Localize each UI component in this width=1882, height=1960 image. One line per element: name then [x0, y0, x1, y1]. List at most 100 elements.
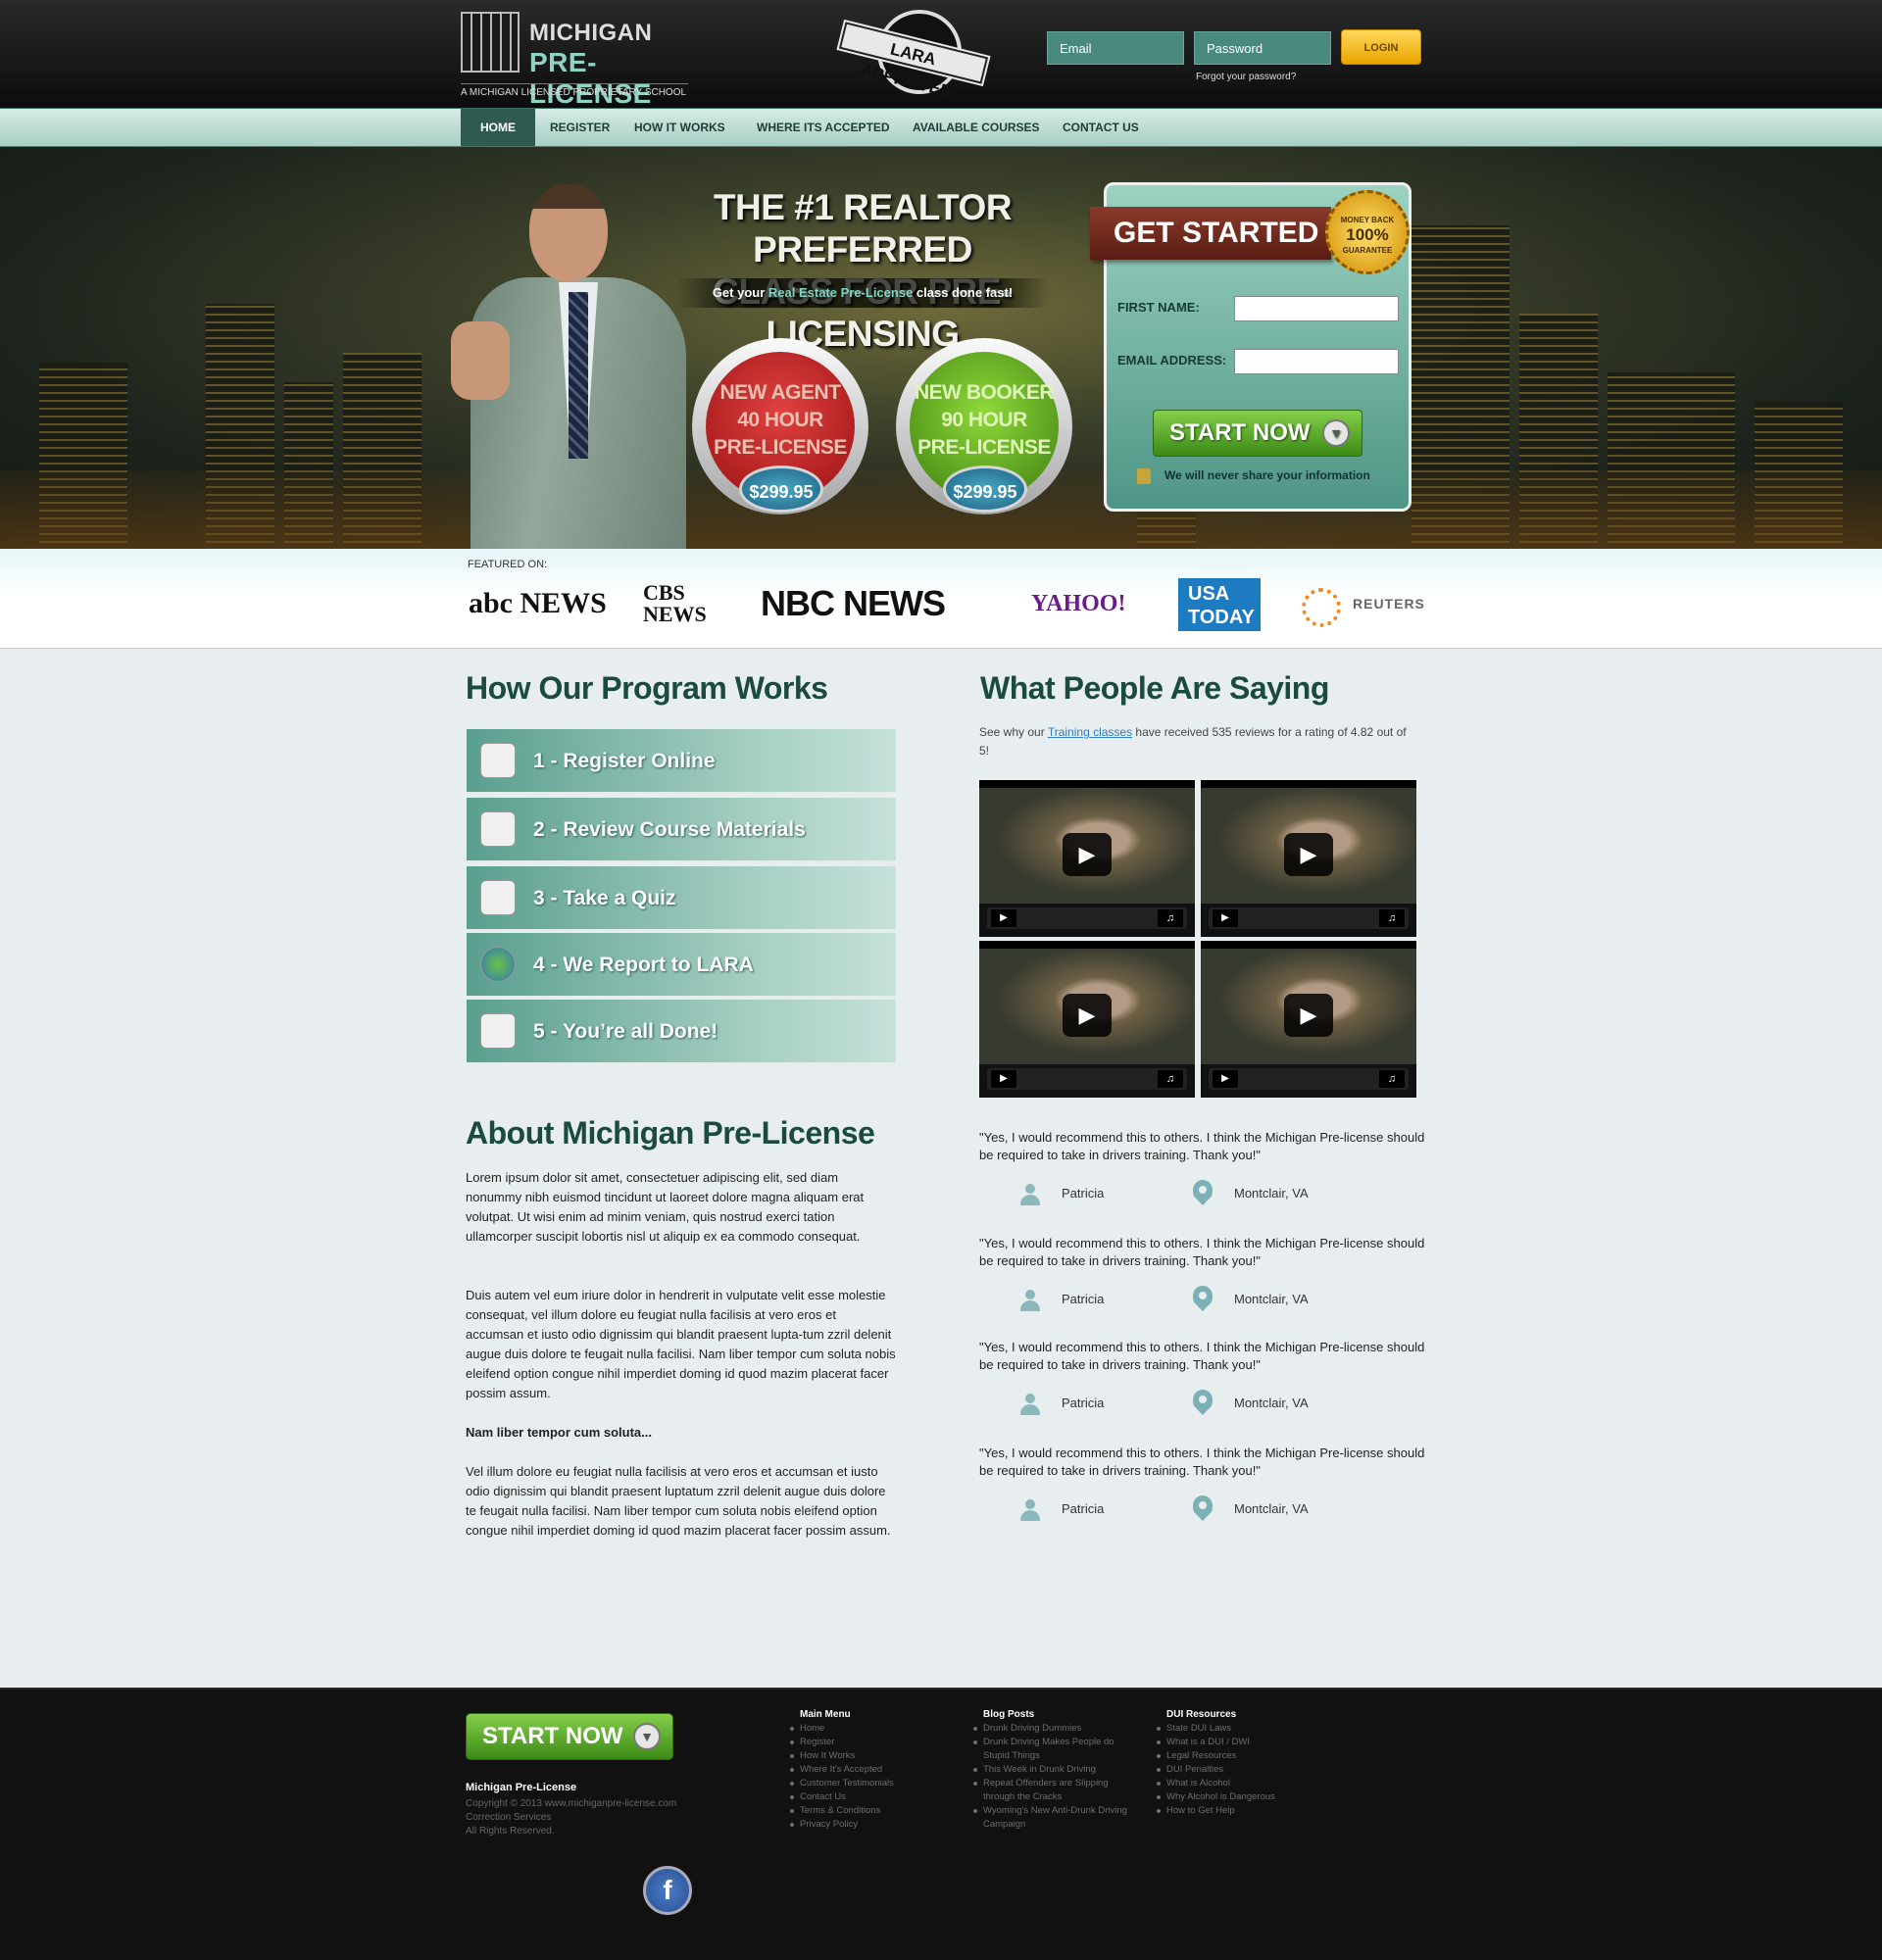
footer-dui-link[interactable]: State DUI Laws [1155, 1722, 1321, 1736]
footer-link-privacy[interactable]: Privacy Policy [788, 1818, 955, 1832]
location-pin-icon [1193, 1390, 1213, 1415]
offer-price: $299.95 [739, 466, 823, 513]
footer-dui-link[interactable]: What is a DUI / DWI [1155, 1736, 1321, 1749]
site-header: MICHIGAN PRE-LICENSE A MICHIGAN LICENSED… [0, 0, 1882, 109]
new-agent-offer[interactable]: NEW AGENT 40 HOUR PRE-LICENSE $299.95 [692, 338, 868, 514]
volume-icon[interactable]: ♫ [1379, 909, 1405, 927]
new-booker-offer[interactable]: NEW BOOKER 90 HOUR PRE-LICENSE $299.95 [896, 338, 1072, 514]
sub-highlight: Real Estate Pre-License [768, 285, 914, 300]
footer-blog-link[interactable]: Repeat Offenders are Slipping through th… [971, 1777, 1138, 1804]
nav-contact-us[interactable]: CONTACT US [1043, 109, 1159, 146]
video-player[interactable]: ▶ ▶ ♫ [979, 780, 1195, 937]
facebook-icon[interactable]: f [643, 1866, 692, 1915]
video-controls: ▶ ♫ [1209, 907, 1409, 929]
email-address-label: EMAIL ADDRESS: [1117, 353, 1227, 368]
play-icon[interactable]: ▶ [991, 909, 1016, 927]
about-title: About Michigan Pre-License [466, 1115, 875, 1151]
footer-link-register[interactable]: Register [788, 1736, 955, 1749]
nav-where-accepted[interactable]: WHERE ITS ACCEPTED [737, 109, 910, 146]
nav-home[interactable]: HOME [461, 109, 535, 146]
user-icon [1020, 1290, 1040, 1311]
review-text: "Yes, I would recommend this to others. … [979, 1446, 1425, 1478]
play-icon[interactable]: ▶ [1213, 909, 1238, 927]
forgot-password-link[interactable]: Forgot your password? [1196, 72, 1296, 82]
footer-blog-posts: Blog Posts Drunk Driving Dummies Drunk D… [971, 1709, 1138, 1832]
footer-col-title: DUI Resources [1166, 1709, 1237, 1720]
step-register-online[interactable]: 1 - Register Online [467, 729, 896, 794]
footer-blog-link[interactable]: Drunk Driving Makes People do Stupid Thi… [971, 1736, 1138, 1763]
location-pin-icon [1193, 1286, 1213, 1311]
footer-brand: Michigan Pre-License [466, 1782, 577, 1793]
footer-main-menu: Main Menu Home Register How It Works Whe… [788, 1709, 955, 1832]
site-logo[interactable]: MICHIGAN PRE-LICENSE A MICHIGAN LICENSED… [461, 12, 696, 109]
footer-link-contact[interactable]: Contact Us [788, 1790, 955, 1804]
footer-link-testimonials[interactable]: Customer Testimonials [788, 1777, 955, 1790]
footer-blog-link[interactable]: Wyoming's New Anti-Drunk Driving Campaig… [971, 1804, 1138, 1832]
step-all-done[interactable]: 5 - You’re all Done! [467, 1000, 896, 1064]
location-pin-icon [1193, 1495, 1213, 1521]
footer-link-terms[interactable]: Terms & Conditions [788, 1804, 955, 1818]
volume-icon[interactable]: ♫ [1158, 1070, 1183, 1088]
step-take-quiz[interactable]: 3 - Take a Quiz [467, 866, 896, 931]
start-now-label: START NOW [1169, 419, 1311, 446]
nav-available-courses[interactable]: AVAILABLE COURSES [893, 109, 1060, 146]
offer-line3: PRE-LICENSE [917, 436, 1051, 459]
footer-dui-link[interactable]: Legal Resources [1155, 1749, 1321, 1763]
email-address-input[interactable] [1234, 349, 1399, 374]
training-classes-link[interactable]: Training classes [1048, 725, 1132, 739]
video-player[interactable]: ▶ ▶ ♫ [1201, 780, 1416, 937]
login-button[interactable]: LOGIN [1341, 29, 1421, 65]
play-icon[interactable]: ▶ [991, 1070, 1016, 1088]
start-now-button[interactable]: START NOW ▼ [1153, 410, 1362, 457]
user-icon [1020, 1499, 1040, 1521]
video-player[interactable]: ▶ ▶ ♫ [1201, 941, 1416, 1098]
offer-price: $299.95 [943, 466, 1027, 513]
copyright-line: All Rights Reserved. [466, 1826, 555, 1837]
nav-how-it-works[interactable]: HOW IT WORKS [615, 109, 745, 146]
copyright-line: Copyright © 2013 www.michiganpre-license… [466, 1798, 677, 1809]
play-icon[interactable]: ▶ [1063, 833, 1112, 876]
logo-line1: MICHIGAN [529, 20, 653, 46]
footer-blog-link[interactable]: This Week in Drunk Driving [971, 1763, 1138, 1777]
cbs-news-logo: CBS NEWS [643, 580, 707, 626]
volume-icon[interactable]: ♫ [1158, 909, 1183, 927]
password-input[interactable]: Password [1194, 31, 1331, 65]
footer-link-home[interactable]: Home [788, 1722, 955, 1736]
featured-label: FEATURED ON: [468, 559, 548, 570]
footer-dui-link[interactable]: What is Alcohol [1155, 1777, 1321, 1790]
hero-banner: THE #1 REALTOR PREFERRED CLASS FOR PRE-L… [0, 147, 1882, 549]
reviewer-location: Montclair, VA [1234, 1292, 1309, 1306]
about-paragraph: Vel illum dolore eu feugiat nulla facili… [466, 1464, 891, 1538]
chevron-down-icon: ▼ [1322, 419, 1350, 447]
first-name-input[interactable] [1234, 296, 1399, 321]
footer-link-how-it-works[interactable]: How It Works [788, 1749, 955, 1763]
about-paragraph: Duis autem vel eum iriure dolor in hendr… [466, 1288, 896, 1400]
chevron-down-icon: ▼ [633, 1723, 661, 1750]
step-report-lara[interactable]: 4 - We Report to LARA [467, 933, 896, 998]
play-icon[interactable]: ▶ [1063, 994, 1112, 1037]
play-icon[interactable]: ▶ [1213, 1070, 1238, 1088]
usa-today-logo: USA TODAY [1178, 578, 1261, 631]
checklist-icon [480, 1013, 516, 1049]
building-icon [461, 12, 520, 73]
footer-dui-link[interactable]: DUI Penalties [1155, 1763, 1321, 1777]
footer-dui-link[interactable]: How to Get Help [1155, 1804, 1321, 1818]
email-input[interactable]: Email [1047, 31, 1184, 65]
footer-start-now-button[interactable]: START NOW ▼ [466, 1713, 673, 1760]
step-review-materials[interactable]: 2 - Review Course Materials [467, 798, 896, 862]
offer-line2: 40 HOUR [737, 409, 823, 431]
reviewer-location: Montclair, VA [1234, 1186, 1309, 1200]
nbc-news-logo: NBC NEWS [761, 583, 946, 623]
video-player[interactable]: ▶ ▶ ♫ [979, 941, 1195, 1098]
footer-link-where-accepted[interactable]: Where It's Accepted [788, 1763, 955, 1777]
play-icon[interactable]: ▶ [1284, 833, 1333, 876]
money-back-guarantee-seal: MONEY BACK 100% GUARANTEE [1325, 190, 1410, 274]
footer-dui-link[interactable]: Why Alcohol is Dangerous [1155, 1790, 1321, 1804]
video-controls: ▶ ♫ [987, 907, 1187, 929]
footer-col-title: Blog Posts [983, 1709, 1035, 1720]
play-icon[interactable]: ▶ [1284, 994, 1333, 1037]
volume-icon[interactable]: ♫ [1379, 1070, 1405, 1088]
reuters-logo: REUTERS [1353, 596, 1425, 612]
main-nav: HOME REGISTER HOW IT WORKS WHERE ITS ACC… [0, 108, 1882, 147]
footer-blog-link[interactable]: Drunk Driving Dummies [971, 1722, 1138, 1736]
